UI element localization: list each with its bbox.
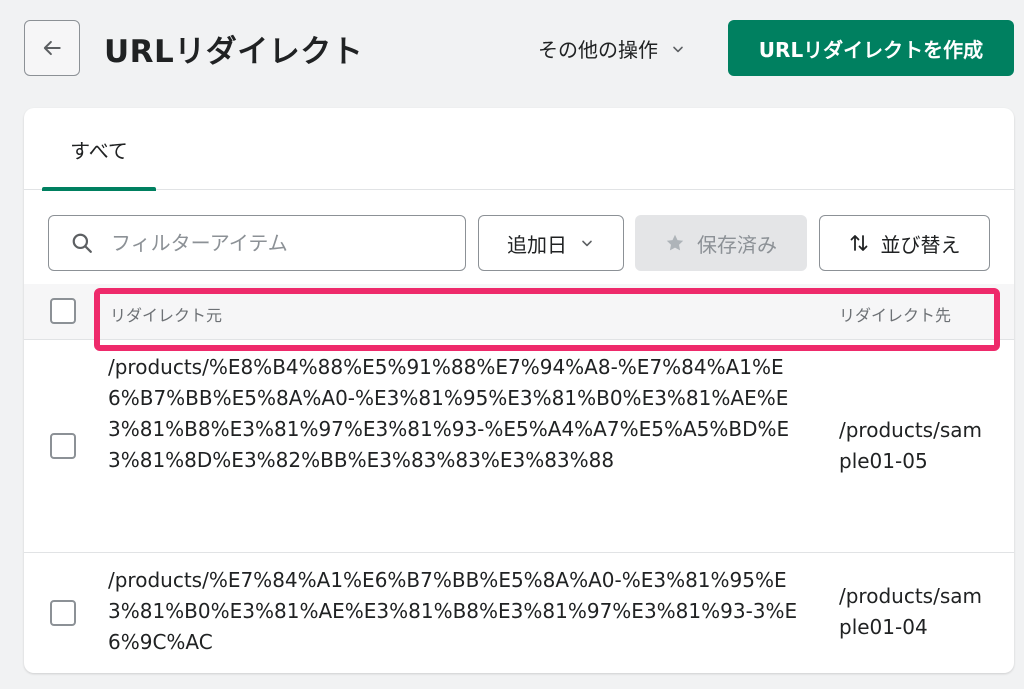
chevron-down-icon <box>673 46 683 52</box>
column-header-source: リダイレクト元 <box>110 306 223 325</box>
table-row[interactable]: /products/%E8%B4%88%E5%91%88%E7%94%A8-%E… <box>24 340 1014 553</box>
row-checkbox[interactable] <box>50 433 76 459</box>
more-actions-label: その他の操作 <box>538 38 658 62</box>
redirects-card: すべて 追加日 保存済み 並び替え リダイレクト元 リダイレクト先 /produ… <box>24 108 1014 673</box>
back-button[interactable] <box>24 20 80 76</box>
row-checkbox[interactable] <box>50 600 76 626</box>
filter-search[interactable] <box>48 215 466 271</box>
page-title: URLリダイレクト <box>104 34 364 70</box>
redirect-source[interactable]: /products/%E8%B4%88%E5%91%88%E7%94%A8-%E… <box>108 352 808 476</box>
more-actions-menu[interactable]: その他の操作 <box>538 34 686 63</box>
date-added-filter-button[interactable]: 追加日 <box>478 215 624 271</box>
redirect-target: /products/sample01-04 <box>839 584 982 639</box>
redirect-target: /products/sample01-05 <box>839 418 982 473</box>
search-input[interactable] <box>111 231 411 255</box>
redirect-source[interactable]: /products/%E7%84%A1%E6%B7%BB%E5%8A%A0-%E… <box>108 565 808 658</box>
sort-icon <box>850 235 867 251</box>
arrow-left-icon <box>43 40 61 56</box>
star-icon <box>666 234 684 251</box>
tab-selected-indicator <box>42 187 156 191</box>
chevron-down-icon <box>582 240 592 247</box>
tab-all[interactable]: すべて <box>42 108 156 191</box>
saved-button[interactable]: 保存済み <box>635 215 807 271</box>
page-header: URLリダイレクト その他の操作 URLリダイレクトを作成 <box>0 0 1024 100</box>
saved-label: 保存済み <box>697 232 777 257</box>
sort-button[interactable]: 並び替え <box>819 215 990 271</box>
sort-label: 並び替え <box>880 232 961 257</box>
tab-all-label: すべて <box>70 138 128 163</box>
search-icon <box>72 233 92 253</box>
table-row[interactable]: /products/%E7%84%A1%E6%B7%BB%E5%8A%A0-%E… <box>24 553 1014 673</box>
date-added-label: 追加日 <box>507 232 567 257</box>
create-redirect-button[interactable]: URLリダイレクトを作成 <box>728 20 1014 76</box>
select-all-checkbox[interactable] <box>50 298 76 324</box>
tab-bar: すべて <box>24 108 1014 191</box>
column-header-target: リダイレクト先 <box>839 306 952 325</box>
